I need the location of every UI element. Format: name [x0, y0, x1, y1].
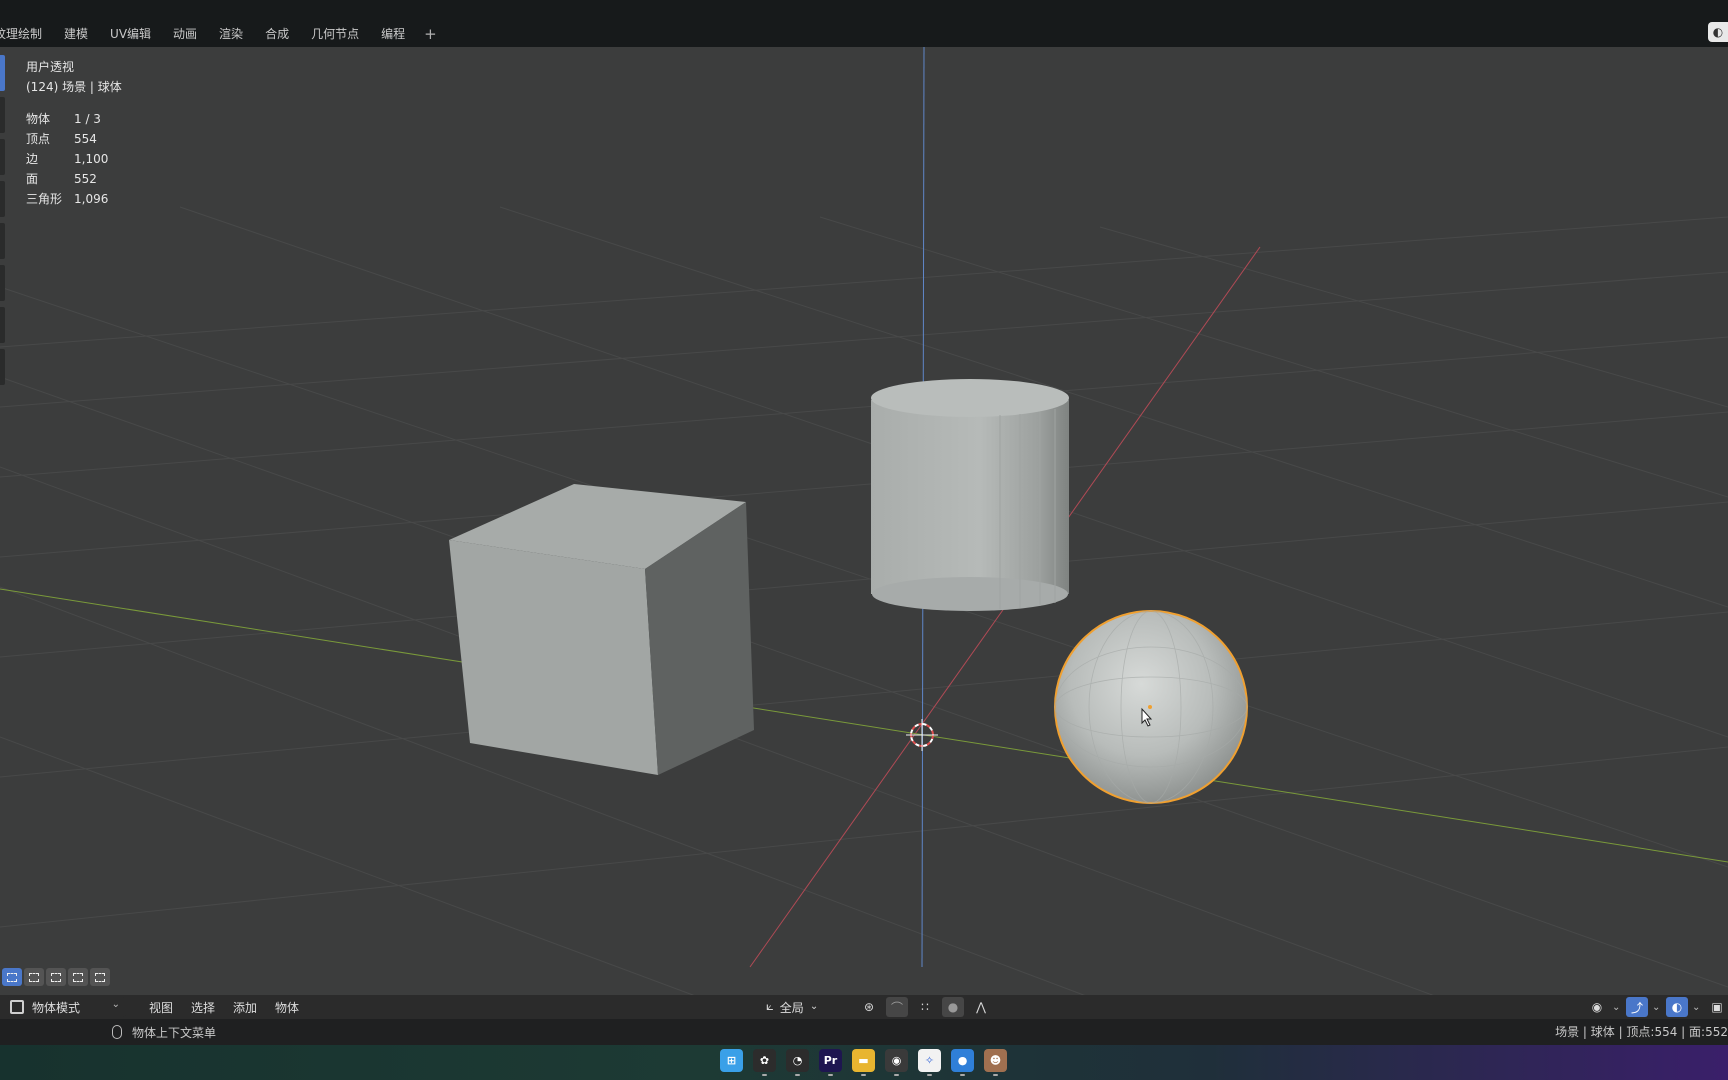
tab-geometry-nodes[interactable]: 几何节点: [300, 22, 370, 46]
tab-rendering[interactable]: 渲染: [208, 22, 254, 46]
tool-slot-5[interactable]: [0, 265, 5, 301]
select-subtract-button[interactable]: [46, 968, 66, 986]
toolbar-edge: [0, 47, 6, 447]
app-icon-2[interactable]: ◔: [786, 1049, 809, 1076]
scene-status-info: 场景 | 球体 | 顶点:554 | 面:552: [1555, 1025, 1728, 1039]
viewport-header: 物体模式 ⌄ 视图 选择 添加 物体 ⟀ 全局 ⌄ ⊛ ⌒ ∷ ● ⋀ ◉ ⌄ …: [0, 995, 1728, 1019]
sphere-object: [1054, 610, 1248, 804]
stat-triangles: 三角形 1,096: [26, 192, 109, 206]
tool-slot-3[interactable]: [0, 181, 5, 217]
stat-objects: 物体 1 / 3: [26, 112, 101, 126]
chrome-icon[interactable]: ●: [951, 1049, 974, 1076]
blender-icon[interactable]: ◉: [885, 1049, 908, 1076]
selection-mode-buttons: [2, 968, 110, 986]
windows-start-icon[interactable]: ⊞: [720, 1049, 743, 1072]
workspace-tabs: 纹理绘制 建模 UV编辑 动画 渲染 合成 几何节点 编程 +: [0, 22, 445, 46]
mouse-right-click-icon: [112, 1025, 122, 1039]
tool-slot-7[interactable]: [0, 349, 5, 385]
stat-edges: 边 1,100: [26, 152, 109, 166]
gizmo-toggle-icon[interactable]: ⤴: [1626, 997, 1648, 1017]
workspace-tab-bar: 纹理绘制 建模 UV编辑 动画 渲染 合成 几何节点 编程 + ◐: [0, 0, 1728, 47]
tool-slot-1[interactable]: [0, 97, 5, 133]
cylinder-object: [871, 379, 1069, 611]
scene-object-label: (124) 场景 | 球体: [26, 80, 122, 94]
stat-vertices: 顶点 554: [26, 132, 97, 146]
add-workspace-button[interactable]: +: [416, 25, 445, 43]
header-menus: 视图 选择 添加 物体: [140, 995, 308, 1019]
scene-statistics: 物体 1 / 3 顶点 554 边 1,100 面 552 三角形 1,096: [26, 109, 122, 209]
falloff-button[interactable]: ⋀: [970, 997, 992, 1017]
tool-slot-2[interactable]: [0, 139, 5, 175]
orientation-axes-icon: ⟀: [766, 999, 774, 1014]
windows-taskbar: ⊞ ✿ ◔ Pr ▬ ◉ ✧ ● ☻: [0, 1045, 1728, 1080]
3d-viewport[interactable]: 用户透视 (124) 场景 | 球体 物体 1 / 3 顶点 554 边 1,100 …: [0, 47, 1728, 1020]
status-hint: 物体上下文菜单: [112, 1019, 216, 1045]
viewport-display-tools: ◉ ⌄ ⤴ ⌄ ◐ ⌄ ▣: [1586, 997, 1728, 1017]
transform-tools: ⟀ 全局 ⌄ ⊛ ⌒ ∷ ● ⋀: [766, 997, 992, 1017]
tool-slot-6[interactable]: [0, 307, 5, 343]
scene-selector-icon[interactable]: ◐: [1708, 22, 1728, 42]
chevron-down-icon[interactable]: ⌄: [1652, 1002, 1662, 1013]
3d-cursor: [906, 719, 938, 751]
cube-object: [449, 484, 754, 775]
view-name: 用户透视: [26, 60, 75, 74]
pivot-point-button[interactable]: ⊛: [858, 997, 880, 1017]
chevron-down-icon[interactable]: ⌄: [1612, 1002, 1622, 1013]
select-new-button[interactable]: [2, 968, 22, 986]
overlay-toggle-icon[interactable]: ◐: [1666, 997, 1688, 1017]
interaction-mode-dropdown[interactable]: 物体模式 ⌄: [6, 997, 126, 1017]
tab-scripting[interactable]: 编程: [370, 22, 416, 46]
object-mode-icon: [10, 1000, 24, 1014]
chevron-down-icon: ⌄: [809, 1001, 819, 1012]
chevron-down-icon: ⌄: [111, 999, 120, 1010]
menu-view[interactable]: 视图: [140, 999, 182, 1016]
menu-select[interactable]: 选择: [182, 999, 224, 1016]
snap-target-button[interactable]: ∷: [914, 997, 936, 1017]
taskbar-icons: ⊞ ✿ ◔ Pr ▬ ◉ ✧ ● ☻: [720, 1049, 1007, 1076]
tab-modeling[interactable]: 建模: [53, 22, 99, 46]
select-invert-button[interactable]: [68, 968, 88, 986]
tool-slot-select[interactable]: [0, 55, 5, 91]
tab-animation[interactable]: 动画: [162, 22, 208, 46]
snap-toggle-button[interactable]: ⌒: [886, 997, 908, 1017]
premiere-icon[interactable]: Pr: [819, 1049, 842, 1076]
proportional-edit-button[interactable]: ●: [942, 997, 964, 1017]
tab-uv-editing[interactable]: UV编辑: [99, 22, 162, 46]
transform-orientation-dropdown[interactable]: ⟀ 全局 ⌄: [766, 997, 852, 1017]
status-bar: 物体上下文菜单 场景 | 球体 | 顶点:554 | 面:552: [0, 1019, 1728, 1045]
app-icon-3[interactable]: ✧: [918, 1049, 941, 1076]
menu-add[interactable]: 添加: [224, 999, 266, 1016]
file-explorer-icon[interactable]: ▬: [852, 1049, 875, 1076]
tool-slot-4[interactable]: [0, 223, 5, 259]
viewport-scene: [0, 47, 1728, 1020]
xray-toggle-icon[interactable]: ▣: [1706, 997, 1728, 1017]
app-icon-1[interactable]: ✿: [753, 1049, 776, 1076]
select-intersect-button[interactable]: [90, 968, 110, 986]
tab-compositing[interactable]: 合成: [254, 22, 300, 46]
visibility-icon[interactable]: ◉: [1586, 997, 1608, 1017]
stat-faces: 面 552: [26, 172, 97, 186]
chevron-down-icon[interactable]: ⌄: [1692, 1002, 1702, 1013]
y-axis-line: [0, 588, 1728, 863]
app-icon-4[interactable]: ☻: [984, 1049, 1007, 1076]
floor-grid: [0, 206, 1728, 1020]
menu-object[interactable]: 物体: [266, 999, 308, 1016]
select-extend-button[interactable]: [24, 968, 44, 986]
tab-texture-paint[interactable]: 纹理绘制: [0, 22, 53, 46]
viewport-overlay: 用户透视 (124) 场景 | 球体 物体 1 / 3 顶点 554 边 1,100 …: [26, 57, 122, 209]
